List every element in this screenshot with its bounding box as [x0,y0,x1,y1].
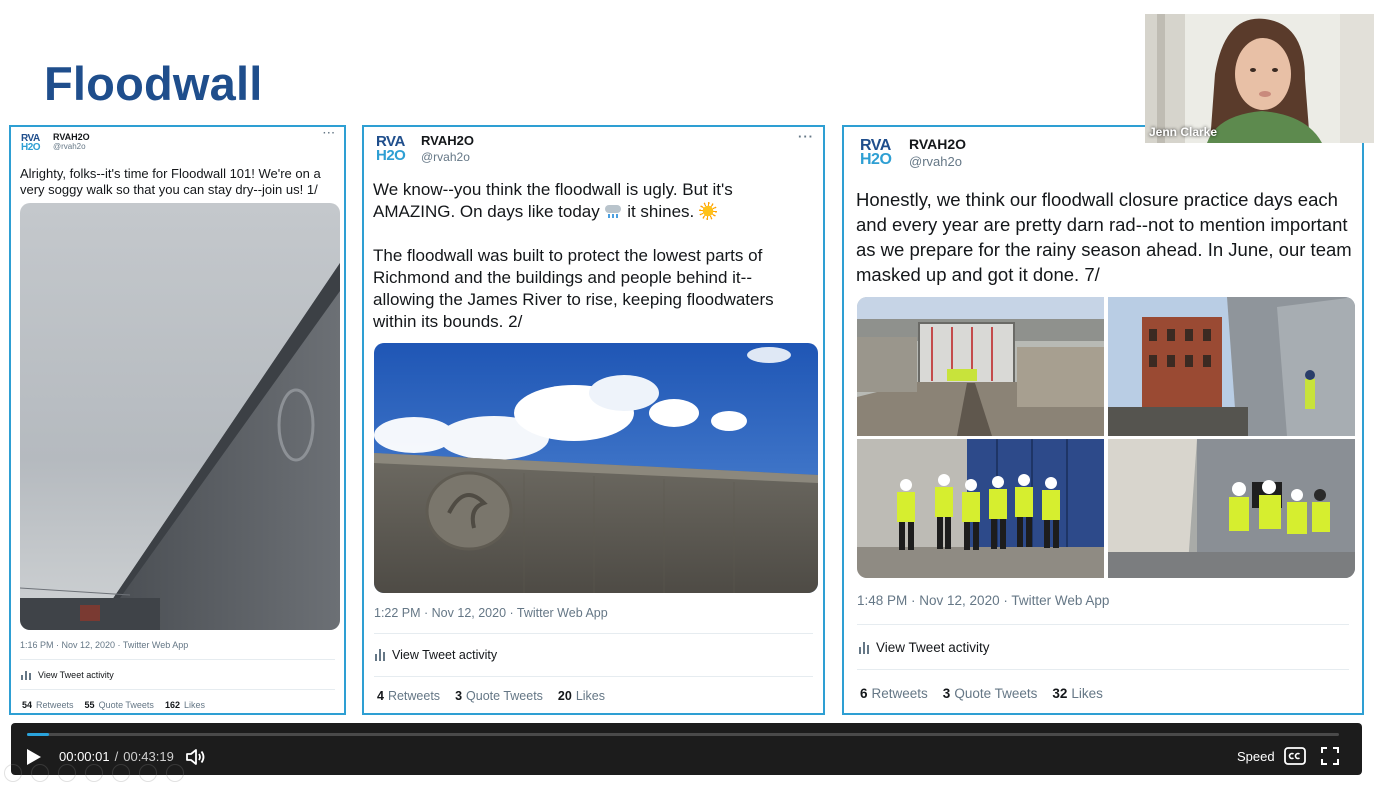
likes-count[interactable]: 162 Likes [165,700,205,710]
rvah2o-logo: RVA H2O [376,134,412,164]
tweet-card-2: RVA H2O RVAH2O @rvah2o ··· We know--you … [362,125,825,715]
logo-text-h2o: H2O [21,142,41,153]
view-tweet-activity-label: View Tweet activity [392,648,498,662]
view-tweet-activity-link[interactable]: View Tweet activity [859,640,990,655]
toolbar-icon[interactable] [112,764,130,782]
retweets-count[interactable]: 54 Retweets [22,700,74,710]
analytics-icon [859,641,869,654]
quote-tweets-count[interactable]: 3 Quote Tweets [943,686,1038,701]
speed-button[interactable]: Speed [1237,749,1275,764]
tweet-author-name[interactable]: RVAH2O [909,136,966,152]
retweets-count[interactable]: 6 Retweets [860,686,928,701]
divider [20,689,335,690]
photo-floodgate-rail[interactable] [857,297,1104,436]
tweet-text: Honestly, we think our floodwall closure… [856,189,1357,285]
tweet-author-handle[interactable]: @rvah2o [53,142,90,151]
tweet-header: RVA H2O RVAH2O @rvah2o [376,133,474,164]
tweet-header: RVA H2O RVAH2O @rvah2o [860,136,966,169]
view-tweet-activity-label: View Tweet activity [38,670,114,680]
tweet-text: Alrighty, folks--it's time for Floodwall… [20,166,325,197]
photo-crew-at-gate[interactable] [1108,439,1355,578]
rvah2o-logo: RVA H2O [860,137,898,169]
current-time: 00:00:01 [59,749,110,764]
tweet-header: RVA H2O RVAH2O @rvah2o [21,132,90,153]
time-display: 00:00:01 / 00:43:19 [59,749,174,764]
progress-bar-fill [27,733,50,736]
tweet-timestamp[interactable]: 1:16 PM · Nov 12, 2020 · Twitter Web App [20,640,188,650]
toolbar-icon[interactable] [31,764,49,782]
view-tweet-activity-link[interactable]: View Tweet activity [375,648,497,662]
likes-count[interactable]: 20 Likes [558,689,605,703]
fullscreen-icon [1321,747,1339,765]
quote-tweets-count[interactable]: 55 Quote Tweets [85,700,154,710]
slide-title: Floodwall [44,57,263,110]
divider [857,669,1349,670]
tweet-stats: 6 Retweets 3 Quote Tweets 32 Likes [860,686,1118,701]
more-options-icon[interactable]: ··· [798,129,814,144]
tweet-timestamp[interactable]: 1:22 PM · Nov 12, 2020 · Twitter Web App [374,606,608,620]
tweet-author-name[interactable]: RVAH2O [421,133,474,148]
divider [857,624,1349,625]
tweet-timestamp[interactable]: 1:48 PM · Nov 12, 2020 · Twitter Web App [857,593,1109,608]
closed-captions-button[interactable] [1284,747,1306,765]
photo-crew-pushing-gate[interactable] [857,439,1104,578]
volume-button[interactable] [185,747,207,767]
photo-brick-building-worker[interactable] [1108,297,1355,436]
divider [374,633,813,634]
video-player-controls: 00:00:01 / 00:43:19 Speed [11,723,1362,775]
duration: 00:43:19 [123,749,174,764]
time-separator: / [114,749,119,764]
analytics-icon [375,649,385,661]
tweet-stats: 4 Retweets 3 Quote Tweets 20 Likes [377,689,620,703]
more-options-icon[interactable]: ··· [323,128,336,139]
rvah2o-logo: RVA H2O [21,134,47,153]
closed-captions-icon [1284,747,1306,765]
volume-icon [186,749,205,765]
toolbar-icon[interactable] [85,764,103,782]
toolbar-icon[interactable] [4,764,22,782]
sun-icon [699,202,718,220]
webcam-feed [1145,14,1374,143]
participant-name-label: Jenn Clarke [1149,125,1218,139]
view-tweet-activity-link[interactable]: View Tweet activity [21,670,114,680]
quote-tweets-count[interactable]: 3 Quote Tweets [455,689,543,703]
faint-annotation-toolbar [4,764,184,782]
analytics-icon [21,670,31,680]
toolbar-icon[interactable] [58,764,76,782]
tweet-author-handle[interactable]: @rvah2o [421,150,474,164]
tweet-stats: 54 Retweets 55 Quote Tweets 162 Likes [22,700,216,710]
webcam-video-tile[interactable]: Jenn Clarke [1145,14,1374,143]
rain-cloud-icon [604,204,622,218]
logo-text-h2o: H2O [860,151,892,169]
tweet-author-handle[interactable]: @rvah2o [909,154,966,169]
progress-bar[interactable] [27,733,1339,736]
fullscreen-button[interactable] [1321,747,1339,765]
logo-text-h2o: H2O [376,146,406,164]
view-tweet-activity-label: View Tweet activity [876,640,990,655]
tweet-photo-floodwall-sky[interactable] [20,203,340,630]
retweets-count[interactable]: 4 Retweets [377,689,440,703]
toolbar-icon[interactable] [139,764,157,782]
tweet-photo-grid [857,297,1355,578]
tweet-card-3: RVA H2O RVAH2O @rvah2o Honestly, we thin… [842,125,1364,715]
likes-count[interactable]: 32 Likes [1052,686,1103,701]
divider [20,659,335,660]
divider [374,676,813,677]
tweet-photo-floodwall-blue-sky[interactable] [374,343,818,593]
tweet-card-1: RVA H2O RVAH2O @rvah2o ··· Alrighty, fol… [9,125,346,715]
tweet-author-name[interactable]: RVAH2O [53,132,90,142]
toolbar-icon[interactable] [166,764,184,782]
tweet-text: We know--you think the floodwall is ugly… [373,180,779,331]
